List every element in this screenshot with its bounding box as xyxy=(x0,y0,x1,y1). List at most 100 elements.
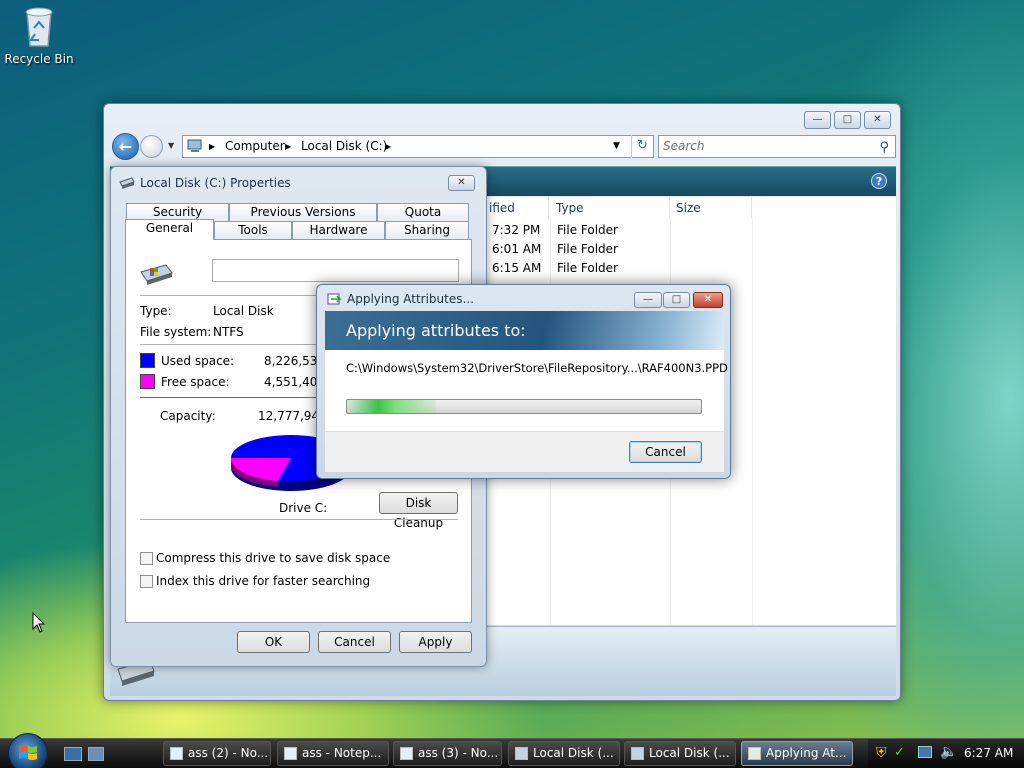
close-button[interactable]: ✕ xyxy=(693,292,723,308)
drive-icon xyxy=(140,264,173,285)
row-type: File Folder xyxy=(557,223,618,237)
drive-icon xyxy=(631,747,644,760)
tab-general[interactable]: General xyxy=(125,219,214,240)
tab-quota[interactable]: Quota xyxy=(377,203,469,221)
recycle-bin[interactable]: Recycle Bin xyxy=(4,4,74,66)
maximize-button[interactable]: □ xyxy=(834,111,861,129)
row-modified: 7:32 PM xyxy=(492,223,541,237)
taskbar-button-label: Local Disk (... xyxy=(533,746,614,760)
back-button[interactable]: ← xyxy=(112,133,139,160)
progress-bar xyxy=(346,399,702,414)
maximize-button[interactable]: □ xyxy=(663,292,690,308)
taskbar-button-label: ass (3) - No... xyxy=(418,746,499,760)
minimize-button[interactable]: — xyxy=(634,292,662,308)
system-tray: ⛨ ✓ 🔈 6:27 AM xyxy=(868,739,1024,768)
taskbar-button-label: Applying At... xyxy=(766,746,847,760)
recent-pages-chevron-icon[interactable]: ▼ xyxy=(168,141,174,150)
taskbar-button[interactable]: Applying At... xyxy=(741,741,853,766)
tab-previous-versions[interactable]: Previous Versions xyxy=(229,203,377,221)
taskbar-button[interactable]: Local Disk (... xyxy=(624,741,736,766)
breadcrumb-computer[interactable]: Computer xyxy=(225,136,285,157)
taskbar-button[interactable]: ass - Notep... xyxy=(277,741,389,766)
used-space-label: Used space: xyxy=(161,354,235,368)
progress-fill xyxy=(347,400,436,413)
address-dropdown-icon[interactable]: ▼ xyxy=(613,136,620,157)
file-system-label: File system: xyxy=(140,325,212,339)
row-type: File Folder xyxy=(557,242,618,256)
type-label: Type: xyxy=(140,304,172,318)
notepad-icon xyxy=(400,747,413,760)
address-bar[interactable]: ▶ Computer ▶ Local Disk (C:) ▶ ▼ ↻ xyxy=(182,135,654,158)
capacity-label: Capacity: xyxy=(160,409,216,423)
start-button[interactable] xyxy=(8,733,48,768)
computer-icon xyxy=(187,138,203,154)
taskbar-button[interactable]: Local Disk (... xyxy=(508,741,620,766)
attributes-icon xyxy=(748,747,761,760)
breadcrumb-separator-icon: ▶ xyxy=(385,142,392,151)
taskbar-button[interactable]: ass (2) - No... xyxy=(163,741,271,766)
current-file-path: C:\Windows\System32\DriverStore\FileRepo… xyxy=(346,361,728,375)
column-header-modified[interactable]: ified xyxy=(485,197,549,219)
cancel-button[interactable]: Cancel xyxy=(318,631,391,653)
index-checkbox[interactable] xyxy=(140,575,153,588)
refresh-icon[interactable]: ↻ xyxy=(631,135,653,158)
security-shield-icon[interactable]: ⛨ xyxy=(876,745,887,761)
drive-small-icon xyxy=(119,177,135,189)
volume-icon[interactable]: 🔈 xyxy=(940,744,957,760)
ok-button[interactable]: OK xyxy=(237,631,310,653)
search-input[interactable]: Search ⚲ xyxy=(658,135,896,158)
tab-tools[interactable]: Tools xyxy=(214,221,292,239)
windows-logo-icon xyxy=(19,745,37,760)
row-modified: 6:01 AM xyxy=(492,242,542,256)
tab-hardware[interactable]: Hardware xyxy=(292,221,385,239)
used-space-swatch xyxy=(140,353,155,368)
close-button[interactable]: ✕ xyxy=(448,175,475,191)
compress-label: Compress this drive to save disk space xyxy=(156,551,391,565)
minimize-button[interactable]: — xyxy=(804,111,831,129)
close-button[interactable]: ✕ xyxy=(864,111,891,129)
disk-cleanup-button[interactable]: Disk Cleanup xyxy=(379,492,458,530)
show-desktop-icon[interactable] xyxy=(64,747,82,761)
help-icon[interactable]: ? xyxy=(871,173,887,189)
taskbar-button-label: Local Disk (... xyxy=(649,746,730,760)
column-header-type[interactable]: Type xyxy=(550,197,670,219)
clock[interactable]: 6:27 AM xyxy=(964,746,1013,760)
attributes-icon xyxy=(327,293,342,305)
taskbar-button-label: ass - Notep... xyxy=(302,746,382,760)
taskbar: ass (2) - No... ass - Notep... ass (3) -… xyxy=(0,733,1024,768)
applying-body: C:\Windows\System32\DriverStore\FileRepo… xyxy=(325,350,728,431)
search-icon[interactable]: ⚲ xyxy=(879,137,889,158)
breadcrumb-separator-icon: ▶ xyxy=(209,142,216,151)
mouse-cursor-icon xyxy=(32,612,46,633)
drive-icon xyxy=(515,747,528,760)
cancel-button[interactable]: Cancel xyxy=(629,441,702,463)
checkmark-icon[interactable]: ✓ xyxy=(894,745,905,760)
breadcrumb-separator-icon: ▶ xyxy=(285,142,292,151)
applying-footer: Cancel xyxy=(325,431,724,472)
drive-label-input[interactable] xyxy=(212,259,459,282)
applying-attributes-dialog: Applying Attributes... — □ ✕ Applying at… xyxy=(316,284,731,479)
switch-windows-icon[interactable] xyxy=(88,747,104,761)
applying-header: Applying attributes to: xyxy=(325,311,724,350)
row-modified: 6:15 AM xyxy=(492,261,542,275)
apply-button[interactable]: Apply xyxy=(399,631,472,653)
network-icon[interactable] xyxy=(918,746,932,758)
dialog-title: Applying Attributes... xyxy=(347,292,474,306)
breadcrumb-local-disk[interactable]: Local Disk (C:) xyxy=(301,136,387,157)
row-type: File Folder xyxy=(557,261,618,275)
recycle-bin-label: Recycle Bin xyxy=(4,52,74,66)
column-header-size[interactable]: Size xyxy=(670,197,752,219)
dialog-title: Local Disk (C:) Properties xyxy=(140,176,291,190)
index-label: Index this drive for faster searching xyxy=(156,574,371,588)
taskbar-button[interactable]: ass (3) - No... xyxy=(393,741,502,766)
compress-checkbox[interactable] xyxy=(140,552,153,565)
navigation-bar: ← ▼ ▶ Computer ▶ Local Disk (C:) ▶ ▼ ↻ S… xyxy=(110,132,896,162)
file-system-value: NTFS xyxy=(213,325,244,339)
free-space-swatch xyxy=(140,374,155,389)
notepad-icon xyxy=(284,747,297,760)
tab-sharing[interactable]: Sharing xyxy=(385,221,469,239)
search-placeholder: Search xyxy=(663,139,705,153)
forward-button[interactable] xyxy=(140,135,163,158)
free-space-label: Free space: xyxy=(161,375,230,389)
drive-label: Drive C: xyxy=(279,501,328,515)
